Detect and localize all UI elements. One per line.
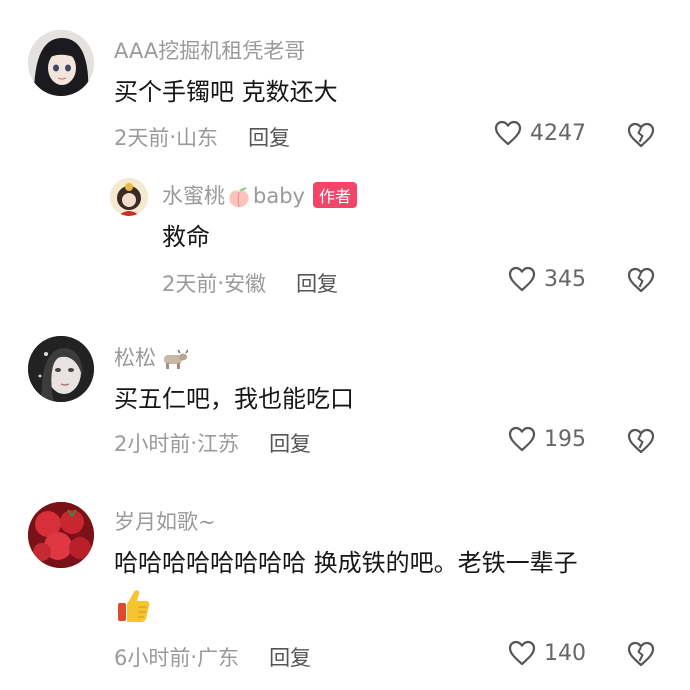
heart-outline-icon [508, 266, 536, 292]
comment-meta: 2小时前 · 江苏 回复 [114, 428, 311, 458]
like-button[interactable]: 4247 [494, 120, 586, 146]
comment-text-body: 哈哈哈哈哈哈哈哈 换成铁的吧。老铁一辈子 [114, 549, 578, 577]
like-button[interactable]: 140 [508, 640, 586, 666]
author-badge: 作者 [312, 182, 357, 208]
avatar[interactable] [28, 502, 94, 568]
peach-emoji [229, 187, 249, 208]
broken-heart-icon [627, 428, 655, 454]
username[interactable]: 水蜜桃 baby 作者 [162, 180, 357, 210]
comment-4: 岁月如歌~ 哈哈哈哈哈哈哈哈 换成铁的吧。老铁一辈子 6小时前 · 广东 回复 … [0, 480, 690, 690]
username-text: 松松 [114, 346, 156, 370]
like-count: 345 [544, 266, 586, 292]
reply-comment: 水蜜桃 baby 作者 救命 2天前 · 安徽 回复 345 [0, 170, 690, 320]
separator: · [190, 645, 198, 669]
like-button[interactable]: 195 [508, 426, 586, 452]
portrait-avatar-image [28, 336, 94, 402]
comment-meta: 2天前 · 山东 回复 [114, 122, 290, 152]
comment-time: 2天前 [162, 272, 218, 296]
dislike-button[interactable] [626, 266, 656, 298]
dislike-button[interactable] [626, 640, 656, 672]
reply-button[interactable]: 回复 [269, 428, 311, 458]
comment-text: 买个手镯吧 克数还大 [114, 78, 338, 106]
reply-button[interactable]: 回复 [248, 122, 290, 152]
comment-location: 江苏 [197, 432, 240, 456]
username-suffix: baby [253, 184, 305, 208]
dislike-button[interactable] [626, 427, 656, 459]
comment-location: 广东 [197, 646, 240, 670]
broken-heart-icon [627, 267, 655, 293]
heart-outline-icon [494, 120, 522, 146]
avatar[interactable] [28, 336, 94, 402]
strawberries-avatar-image [28, 502, 94, 568]
comment-text: 救命 [162, 223, 210, 251]
comment-time: 6小时前 [114, 646, 191, 670]
like-count: 140 [544, 640, 586, 666]
broken-heart-icon [627, 122, 655, 148]
dislike-button[interactable] [626, 121, 656, 153]
ox-emoji [164, 349, 188, 369]
reply-button[interactable]: 回复 [269, 642, 311, 672]
thumbs-up-icon [118, 590, 150, 622]
avatar[interactable] [28, 30, 94, 96]
thumbs-up-emoji [114, 586, 152, 630]
heart-outline-icon [508, 640, 536, 666]
comment-text: 买五仁吧，我也能吃口 [114, 385, 354, 413]
separator: · [217, 271, 225, 295]
like-button[interactable]: 345 [508, 266, 586, 292]
comment-location: 安徽 [224, 272, 267, 296]
comment-3: 松松 买五仁吧，我也能吃口 2小时前 · 江苏 回复 195 [0, 320, 690, 480]
separator: · [190, 431, 198, 455]
avatar[interactable] [110, 178, 148, 216]
heart-outline-icon [508, 426, 536, 452]
cartoon-girl-avatar-image [110, 178, 148, 216]
comment-location: 山东 [176, 126, 219, 150]
comment-text: 哈哈哈哈哈哈哈哈 换成铁的吧。老铁一辈子 [114, 546, 578, 580]
username[interactable]: 岁月如歌~ [114, 506, 216, 536]
comment-meta: 6小时前 · 广东 回复 [114, 642, 311, 672]
username[interactable]: 松松 [114, 342, 188, 372]
username[interactable]: AAA挖掘机租凭老哥 [114, 35, 305, 65]
comment-time: 2天前 [114, 126, 170, 150]
username-text: 水蜜桃 [162, 184, 225, 208]
reply-button[interactable]: 回复 [296, 268, 338, 298]
separator: · [169, 125, 177, 149]
broken-heart-icon [627, 641, 655, 667]
anime-girl-avatar-image [28, 30, 94, 96]
comment-1: AAA挖掘机租凭老哥 买个手镯吧 克数还大 2天前 · 山东 回复 4247 [0, 0, 690, 170]
like-count: 195 [544, 426, 586, 452]
comment-meta: 2天前 · 安徽 回复 [162, 268, 338, 298]
comment-time: 2小时前 [114, 432, 191, 456]
like-count: 4247 [530, 120, 586, 146]
